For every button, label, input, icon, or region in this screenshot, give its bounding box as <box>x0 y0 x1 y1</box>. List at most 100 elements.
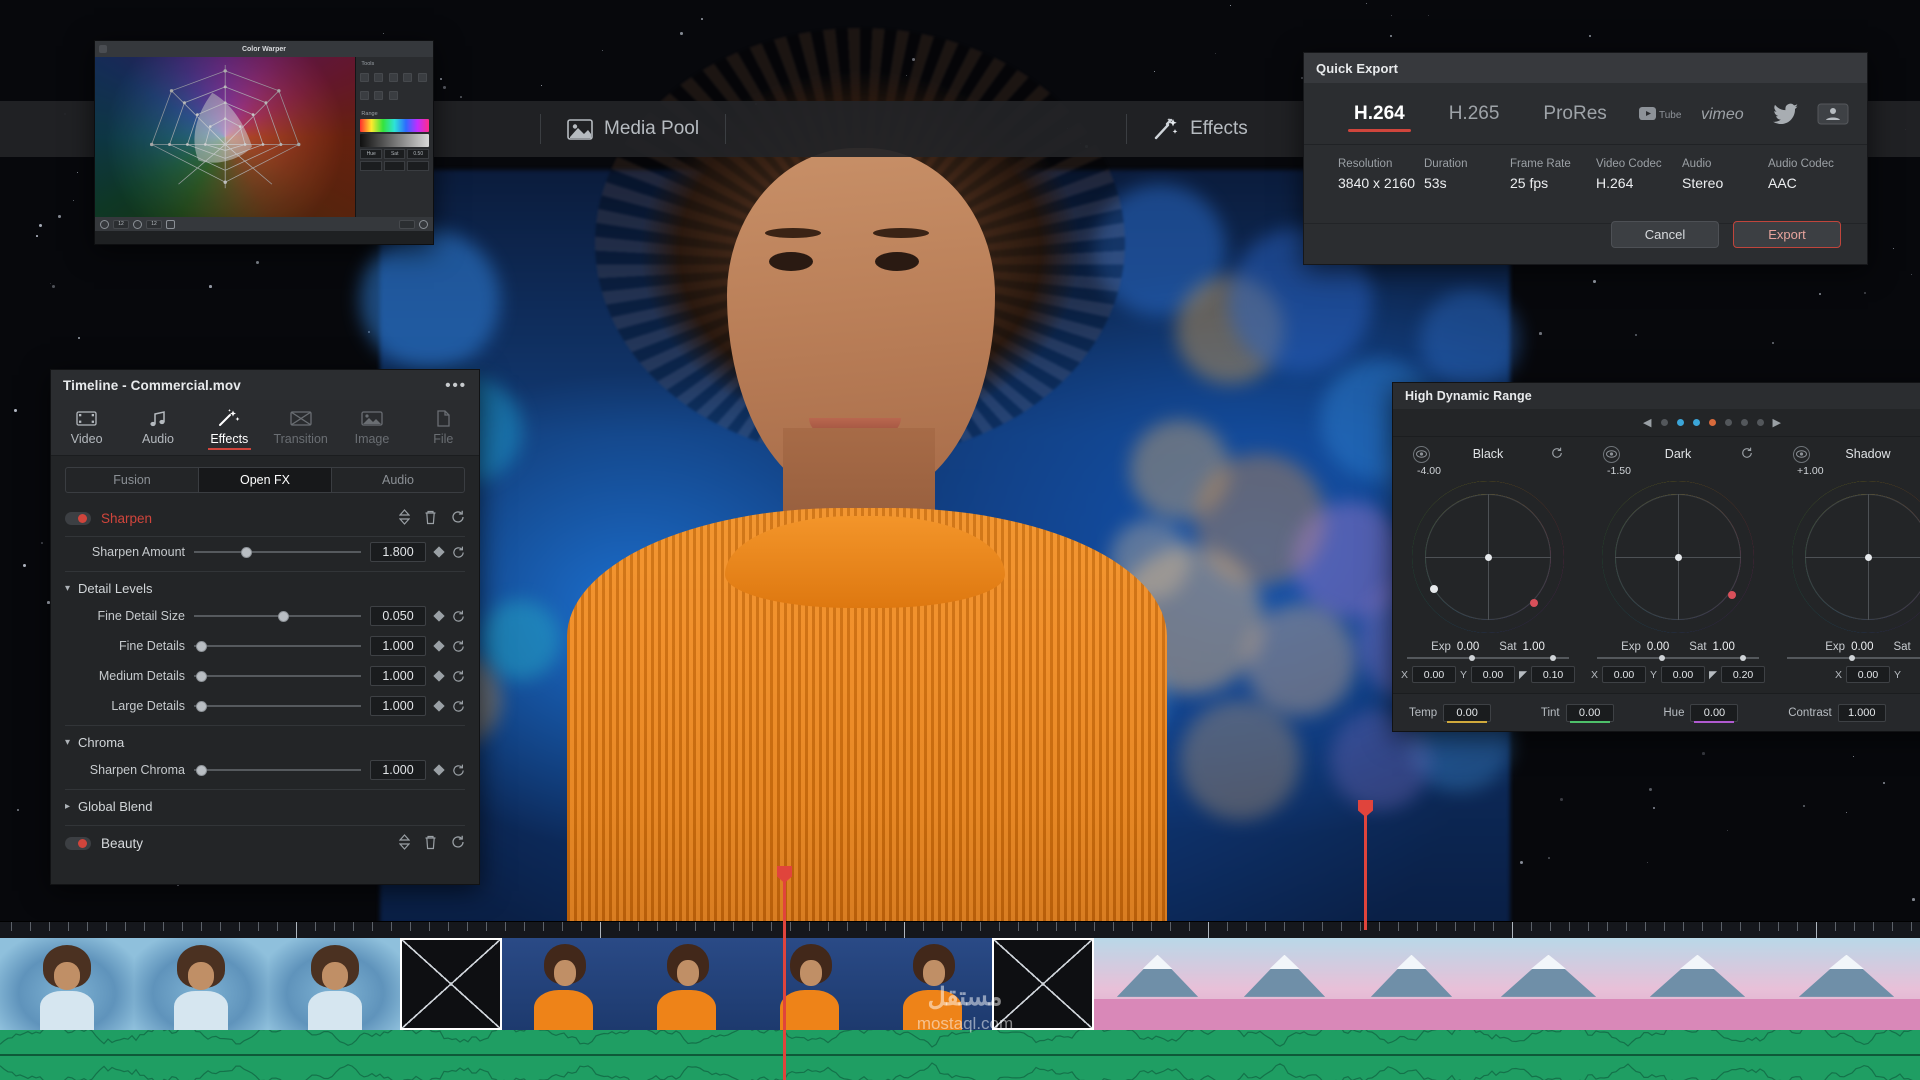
param-value[interactable]: 1.000 <box>370 636 426 656</box>
tab-audio[interactable]: Audio <box>122 400 193 455</box>
exp-sat-slider[interactable] <box>1407 657 1569 659</box>
sat-value[interactable]: 1.00 <box>1523 641 1545 653</box>
color-picker-icon[interactable] <box>100 220 109 229</box>
pager-dot[interactable] <box>1725 419 1732 426</box>
z-value[interactable]: 0.20 <box>1721 666 1765 683</box>
twitter-icon[interactable] <box>1773 103 1799 125</box>
exp-sat-slider[interactable] <box>1597 657 1759 659</box>
section-detail-levels[interactable]: ▾ Detail Levels <box>65 571 465 601</box>
color-wheel[interactable] <box>1602 481 1754 633</box>
reset-param-icon[interactable] <box>452 764 465 777</box>
param-slider[interactable] <box>194 669 361 683</box>
x-value[interactable]: 0.00 <box>1846 666 1890 683</box>
reset-param-icon[interactable] <box>452 670 465 683</box>
contrast-value[interactable]: 1.000 <box>1838 704 1886 722</box>
keyframe-icon[interactable] <box>433 640 444 651</box>
hdr-toggle-button[interactable] <box>399 220 415 229</box>
tab-video[interactable]: Video <box>51 400 122 455</box>
y-value[interactable]: 0.00 <box>1661 666 1705 683</box>
tool-button[interactable] <box>374 73 383 82</box>
pager-dot-active[interactable] <box>1693 419 1700 426</box>
tool-button[interactable] <box>360 73 369 82</box>
options-icon[interactable] <box>419 220 428 229</box>
field-hue[interactable]: Hue <box>360 149 382 159</box>
reset-param-icon[interactable] <box>452 700 465 713</box>
exp-value[interactable]: 0.00 <box>1457 641 1479 653</box>
param-slider[interactable] <box>194 639 361 653</box>
wheel-visibility-icon[interactable] <box>1603 446 1620 463</box>
pager-dot[interactable] <box>1741 419 1748 426</box>
param-slider[interactable] <box>194 763 361 777</box>
tool-button[interactable] <box>418 73 427 82</box>
x-value[interactable]: 0.00 <box>1412 666 1456 683</box>
close-icon[interactable] <box>99 45 107 53</box>
range-box-a[interactable] <box>360 161 382 171</box>
reset-wheel-icon[interactable] <box>1551 447 1563 462</box>
reset-param-icon[interactable] <box>452 640 465 653</box>
tab-effects[interactable]: Effects <box>194 400 265 455</box>
wheel-visibility-icon[interactable] <box>1413 446 1430 463</box>
pager-dot-active[interactable] <box>1677 419 1684 426</box>
sharpen-enable-toggle[interactable] <box>65 512 91 525</box>
tab-file[interactable]: File <box>408 400 479 455</box>
chevron-right-icon[interactable]: ▶ <box>1773 416 1781 429</box>
beauty-enable-toggle[interactable] <box>65 837 91 850</box>
keyframe-icon[interactable] <box>433 546 444 557</box>
color-wheel[interactable] <box>1412 481 1564 633</box>
subtab-audio[interactable]: Audio <box>332 468 464 492</box>
y-value[interactable]: 0.00 <box>1471 666 1515 683</box>
vimeo-icon[interactable]: vimeo <box>1701 104 1755 124</box>
keyframe-icon[interactable] <box>433 764 444 775</box>
tool-button[interactable] <box>389 91 398 100</box>
tool-button[interactable] <box>374 91 383 100</box>
exp-sat-slider[interactable] <box>1787 657 1920 659</box>
secondary-playhead[interactable] <box>1364 800 1367 930</box>
hue-spectrum[interactable] <box>360 119 429 132</box>
param-value[interactable]: 1.000 <box>370 666 426 686</box>
tool-button[interactable] <box>389 73 398 82</box>
tint-value[interactable]: 0.00 <box>1566 704 1614 722</box>
tool-button[interactable] <box>403 73 412 82</box>
luma-ramp[interactable] <box>360 134 429 147</box>
nav-media-pool[interactable]: Media Pool <box>541 101 725 157</box>
reorder-icon[interactable] <box>399 834 410 853</box>
reorder-icon[interactable] <box>399 509 410 528</box>
tab-h265[interactable]: H.265 <box>1427 83 1522 144</box>
z-value[interactable]: 0.10 <box>1531 666 1575 683</box>
delete-effect-icon[interactable] <box>424 510 437 528</box>
zoom-stepper-1[interactable]: 12 <box>113 220 129 229</box>
field-luma[interactable]: 0.50 <box>407 149 429 159</box>
subtab-openfx[interactable]: Open FX <box>199 468 332 492</box>
chevron-left-icon[interactable]: ◀ <box>1643 416 1651 429</box>
keyframe-icon[interactable] <box>433 700 444 711</box>
timeline-clip[interactable] <box>1474 938 1920 1030</box>
param-slider[interactable] <box>194 545 361 559</box>
sat-value[interactable]: 1.00 <box>1713 641 1735 653</box>
temp-value[interactable]: 0.00 <box>1443 704 1491 722</box>
timeline-clip[interactable] <box>1094 938 1474 1030</box>
more-options-icon[interactable]: ••• <box>445 377 467 394</box>
color-warper-grid[interactable] <box>95 57 355 217</box>
param-slider[interactable] <box>194 699 361 713</box>
hue-value[interactable]: 0.00 <box>1690 704 1738 722</box>
reset-effect-icon[interactable] <box>451 510 465 527</box>
export-button[interactable]: Export <box>1733 221 1841 248</box>
pager-dot[interactable] <box>1757 419 1764 426</box>
param-slider[interactable] <box>194 609 361 623</box>
pager-dot[interactable] <box>1661 419 1668 426</box>
eyedropper-icon[interactable] <box>166 220 175 229</box>
pager-dot-active[interactable] <box>1709 419 1716 426</box>
exp-value[interactable]: 0.00 <box>1851 641 1873 653</box>
section-chroma[interactable]: ▾ Chroma <box>65 725 465 755</box>
wheel-visibility-icon[interactable] <box>1793 446 1810 463</box>
audio-track[interactable] <box>0 1030 1920 1080</box>
exp-value[interactable]: 0.00 <box>1647 641 1669 653</box>
param-value[interactable]: 1.000 <box>370 760 426 780</box>
section-global-blend[interactable]: ▸ Global Blend <box>65 789 465 819</box>
subtab-fusion[interactable]: Fusion <box>66 468 199 492</box>
reset-wheel-icon[interactable] <box>133 220 142 229</box>
tool-button[interactable] <box>360 91 369 100</box>
keyframe-icon[interactable] <box>433 670 444 681</box>
youtube-icon[interactable]: Tube <box>1639 105 1683 123</box>
keyframe-icon[interactable] <box>433 610 444 621</box>
